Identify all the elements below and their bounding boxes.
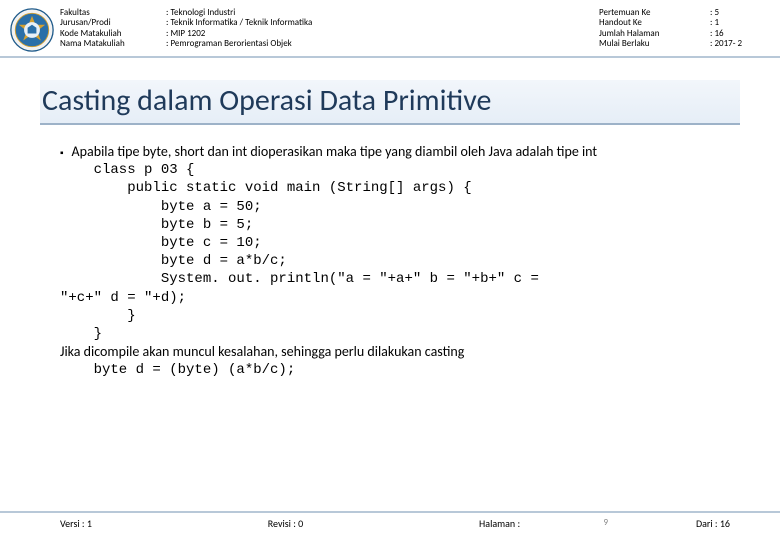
value-nama: : Pemrograman Berorientasi Objek [166, 39, 426, 49]
code-line-9: } [60, 325, 730, 343]
header-values-right: : 5 : 1 : 16 : 2017- 2 [710, 8, 770, 49]
footer-dari: Dari : 16 [696, 517, 730, 530]
label-nama: Nama Matakuliah [60, 39, 160, 49]
footer-revisi: Revisi : 0 [268, 517, 303, 530]
course-header: Fakultas Jurusan/Prodi Kode Matakuliah N… [0, 0, 780, 58]
header-values-left: : Teknologi Industri : Teknik Informatik… [166, 8, 426, 49]
slide-title-wrap: Casting dalam Operasi Data Primitive [40, 80, 740, 125]
code-line-7b: "+c+" d = "+d); [60, 289, 730, 307]
header-labels-right: Pertemuan Ke Handout Ke Jumlah Halaman M… [599, 8, 704, 49]
code-line-4: byte b = 5; [60, 216, 730, 234]
slide-content: Apabila tipe byte, short dan int diopera… [60, 143, 730, 379]
header-labels-left: Fakultas Jurusan/Prodi Kode Matakuliah N… [60, 8, 160, 49]
intro-bullet: Apabila tipe byte, short dan int diopera… [60, 143, 730, 161]
code-line-2: public static void main (String[] args) … [60, 179, 730, 197]
slide-footer: Versi : 1 Revisi : 0 Halaman : Dari : 16 [0, 511, 780, 530]
code-line-5: byte c = 10; [60, 234, 730, 252]
institution-logo [10, 8, 54, 52]
code-line-8: } [60, 307, 730, 325]
value-mulai: : 2017- 2 [710, 39, 770, 49]
slide-title: Casting dalam Operasi Data Primitive [40, 80, 740, 125]
code-line-3: byte a = 50; [60, 198, 730, 216]
label-mulai: Mulai Berlaku [599, 39, 704, 49]
value-pertemuan: : 5 [710, 8, 770, 18]
footer-versi: Versi : 1 [60, 517, 92, 530]
code-line-7a: System. out. println("a = "+a+" b = "+b+… [60, 270, 730, 288]
after-text: Jika dicompile akan muncul kesalahan, se… [60, 343, 730, 361]
footer-halaman: Halaman : [479, 517, 520, 530]
value-jurusan: : Teknik Informatika / Teknik Informatik… [166, 18, 426, 28]
code-fix: byte d = (byte) (a*b/c); [60, 361, 730, 379]
code-line-6: byte d = a*b/c; [60, 252, 730, 270]
page-number: 9 [603, 517, 608, 528]
code-line-1: class p 03 { [60, 161, 730, 179]
